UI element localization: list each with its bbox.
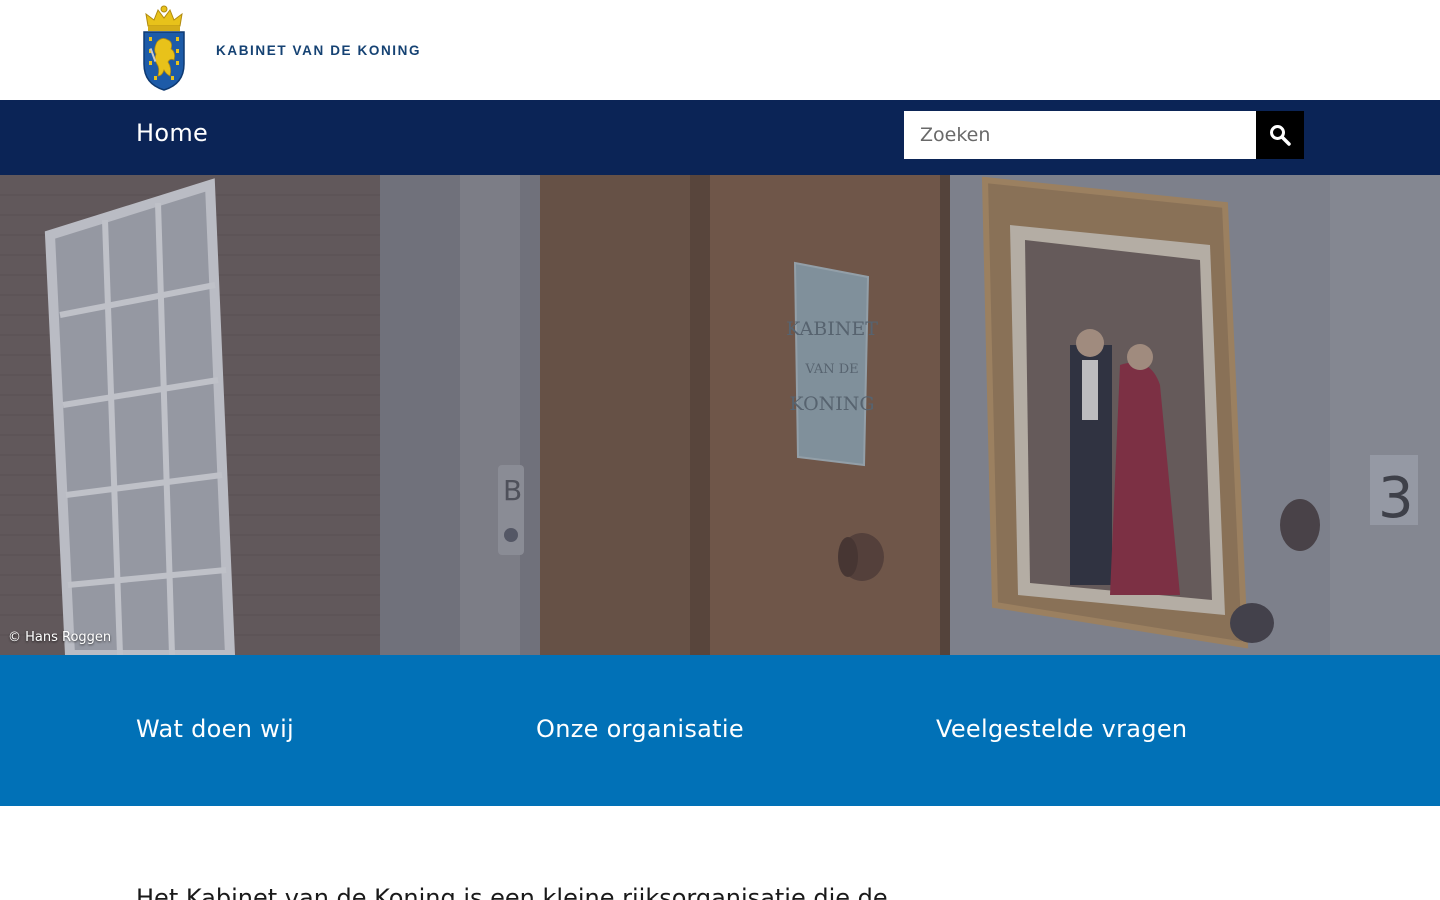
quick-link-wat-doen-wij[interactable]: Wat doen wij [136,715,294,743]
hero-image: B KABINET VAN DE KONING 3 © Hans Roggen [0,175,1440,655]
hero-overlay [0,175,1440,655]
search-input[interactable] [904,111,1256,159]
quick-links: Wat doen wij Onze organisatie Veelgestel… [0,655,1440,806]
logo-text: KABINET VAN DE KONING [216,42,422,58]
search-button[interactable] [1256,111,1304,159]
nav-home-link[interactable]: Home [136,119,208,147]
magnifier-icon [1270,125,1291,146]
main-navigation: Home [0,100,1440,175]
site-header: KABINET VAN DE KONING [0,0,1440,100]
intro-text: Het Kabinet van de Koning is een kleine … [136,884,888,900]
coat-of-arms-icon [143,5,185,91]
photo-credit: © Hans Roggen [8,630,112,645]
home-logo-link[interactable]: KABINET VAN DE KONING [140,4,421,92]
quick-link-onze-organisatie[interactable]: Onze organisatie [536,715,744,743]
search-form [904,111,1304,159]
quick-link-veelgestelde-vragen[interactable]: Veelgestelde vragen [936,715,1187,743]
